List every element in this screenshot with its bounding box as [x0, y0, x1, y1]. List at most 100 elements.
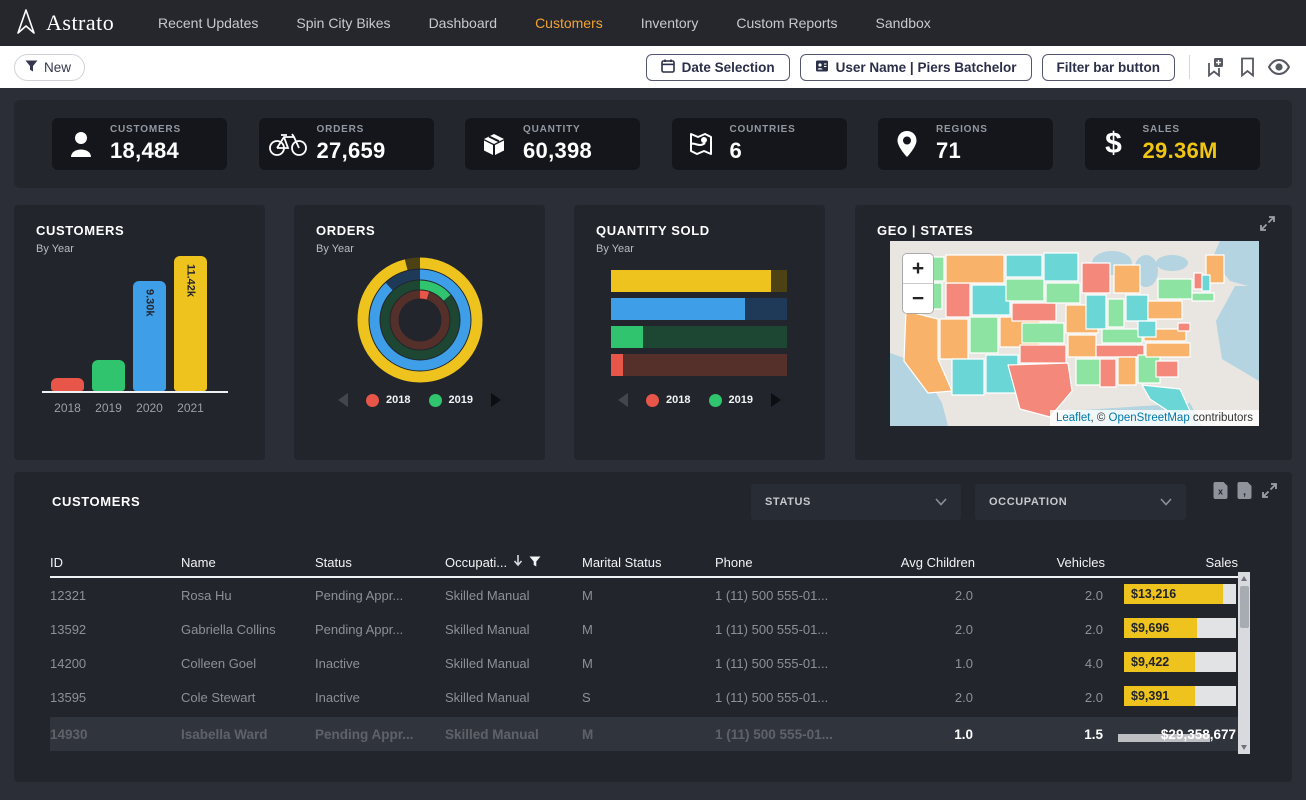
legend-item-2019[interactable]: 2019	[709, 394, 753, 407]
table-cell: Inactive	[315, 690, 445, 705]
export-excel-icon[interactable]: x	[1213, 482, 1228, 504]
kpi-card-sales: $SALES29.36M	[1085, 118, 1260, 170]
new-filter-label: New	[44, 60, 71, 75]
nav-item-recent-updates[interactable]: Recent Updates	[158, 15, 258, 31]
sort-descending-icon[interactable]	[513, 554, 523, 570]
scrollbar-thumb[interactable]	[1240, 586, 1249, 628]
nav-item-custom-reports[interactable]: Custom Reports	[736, 15, 837, 31]
legend-item-2019[interactable]: 2019	[429, 394, 473, 407]
kpi-value: 60,398	[523, 138, 592, 164]
nav-item-spin-city-bikes[interactable]: Spin City Bikes	[296, 15, 390, 31]
table-scrollbar[interactable]	[1238, 572, 1250, 754]
table-cell: 1 (11) 500 555-01...	[715, 656, 875, 671]
export-csv-icon[interactable]: ,	[1237, 482, 1252, 504]
table-row[interactable]: 14200Colleen GoelInactiveSkilled ManualM…	[50, 646, 1238, 680]
expand-icon[interactable]	[1261, 482, 1278, 504]
kpi-card-orders: ORDERS27,659	[259, 118, 434, 170]
nav-item-inventory[interactable]: Inventory	[641, 15, 699, 31]
column-header-phone[interactable]: Phone	[715, 555, 875, 570]
bookmark-icon[interactable]	[1236, 56, 1258, 78]
column-header-occupati[interactable]: Occupati...	[445, 554, 582, 570]
openstreetmap-link[interactable]: OpenStreetMap	[1109, 412, 1190, 424]
table-row[interactable]: 13592Gabriella CollinsPending Appr...Ski…	[50, 612, 1238, 646]
table-cell: Pending Appr...	[315, 588, 445, 603]
kpi-label: COUNTRIES	[730, 124, 796, 135]
kpi-label: REGIONS	[936, 124, 988, 135]
map-icon	[680, 130, 722, 158]
id-card-icon	[815, 59, 829, 76]
filter-bar-button[interactable]: Filter bar button	[1042, 54, 1176, 81]
hbar-2019[interactable]	[611, 326, 787, 348]
nav-item-sandbox[interactable]: Sandbox	[876, 15, 931, 31]
legend-label: 2019	[449, 394, 473, 406]
svg-text:,: ,	[1243, 486, 1246, 498]
new-filter-button[interactable]: New	[14, 54, 85, 81]
legend-prev-icon[interactable]	[338, 393, 348, 407]
quantity-legend: 2018 2019	[574, 393, 825, 407]
toolbar-divider	[1189, 55, 1190, 79]
table-header-row: IDNameStatusOccupati...Marital Status Pho…	[50, 548, 1238, 578]
nav-item-dashboard[interactable]: Dashboard	[429, 15, 498, 31]
map-zoom-in-button[interactable]: +	[903, 254, 933, 284]
bar-2018[interactable]	[51, 378, 84, 391]
column-header-vehicles[interactable]: Vehicles	[975, 555, 1105, 570]
kpi-card-countries: COUNTRIES6	[672, 118, 847, 170]
hbar-fill	[611, 270, 771, 292]
legend-prev-icon[interactable]	[618, 393, 628, 407]
occupation-filter-dropdown[interactable]: OCCUPATION	[975, 484, 1186, 520]
scroll-down-arrow[interactable]	[1241, 745, 1247, 750]
table-cell: M	[582, 588, 715, 603]
customers-chart-card: CUSTOMERS By Year 9.30k11.42k 2018201920…	[14, 205, 265, 460]
table-row[interactable]: 13595Cole StewartInactiveSkilled ManualS…	[50, 680, 1238, 714]
hbar-2021[interactable]	[611, 270, 787, 292]
status-filter-dropdown[interactable]: STATUS	[751, 484, 961, 520]
sales-value: $9,391	[1131, 689, 1169, 703]
column-header-id[interactable]: ID	[50, 555, 181, 570]
sales-cell: $9,422	[1105, 652, 1238, 675]
table-row[interactable]: 12321Rosa HuPending Appr...Skilled Manua…	[50, 578, 1238, 612]
hbar-2018[interactable]	[611, 354, 787, 376]
legend-dot	[366, 394, 379, 407]
kpi-value: 27,659	[317, 138, 386, 164]
bookmark-add-icon[interactable]	[1204, 56, 1226, 78]
table-cell: Skilled Manual	[445, 690, 582, 705]
column-filter-icon[interactable]	[529, 555, 541, 570]
map-zoom-out-button[interactable]: −	[903, 284, 933, 313]
eye-icon[interactable]	[1268, 56, 1290, 78]
legend-item-2018[interactable]: 2018	[366, 394, 410, 407]
table-cell: M	[582, 727, 715, 742]
column-header-status[interactable]: Status	[315, 555, 445, 570]
x-axis-label: 2021	[174, 401, 207, 415]
table-cell: M	[582, 622, 715, 637]
table-cell: Isabella Ward	[181, 727, 315, 742]
bar-2020[interactable]: 9.30k	[133, 281, 166, 391]
table-title: CUSTOMERS	[52, 494, 140, 509]
sales-data-bar: $9,422	[1124, 652, 1236, 672]
column-header-marital-status[interactable]: Marital Status	[582, 555, 715, 570]
column-header-sales[interactable]: Sales	[1105, 555, 1238, 570]
orders-donut-chart[interactable]	[355, 255, 485, 390]
table-cell: 1 (11) 500 555-01...	[715, 690, 875, 705]
legend-next-icon[interactable]	[771, 393, 781, 407]
orders-chart-subtitle: By Year	[316, 243, 354, 255]
hbar-2020[interactable]	[611, 298, 787, 320]
legend-label: 2018	[386, 394, 410, 406]
bar-2019[interactable]	[92, 360, 125, 391]
column-header-avg-children[interactable]: Avg Children	[875, 555, 975, 570]
legend-item-2018[interactable]: 2018	[646, 394, 690, 407]
user-button[interactable]: User Name | Piers Batchelor	[800, 54, 1032, 81]
kpi-value: 71	[936, 138, 988, 164]
app-logo-text: Astrato	[46, 10, 114, 36]
us-states-map[interactable]: + − Leaflet, © OpenStreetMap contributor…	[890, 241, 1259, 426]
legend-next-icon[interactable]	[491, 393, 501, 407]
expand-icon[interactable]	[1259, 215, 1276, 237]
leaflet-link[interactable]: Leaflet	[1056, 412, 1091, 424]
column-header-name[interactable]: Name	[181, 555, 315, 570]
date-selection-button[interactable]: Date Selection	[646, 54, 790, 81]
nav-item-customers[interactable]: Customers	[535, 15, 603, 31]
bar-2021[interactable]: 11.42k	[174, 256, 207, 391]
scroll-up-arrow[interactable]	[1241, 576, 1247, 581]
totals-sales-cell: $29,358,677	[1105, 727, 1238, 742]
app-logo[interactable]: Astrato	[14, 7, 132, 40]
column-header-label: Marital Status	[582, 555, 661, 570]
